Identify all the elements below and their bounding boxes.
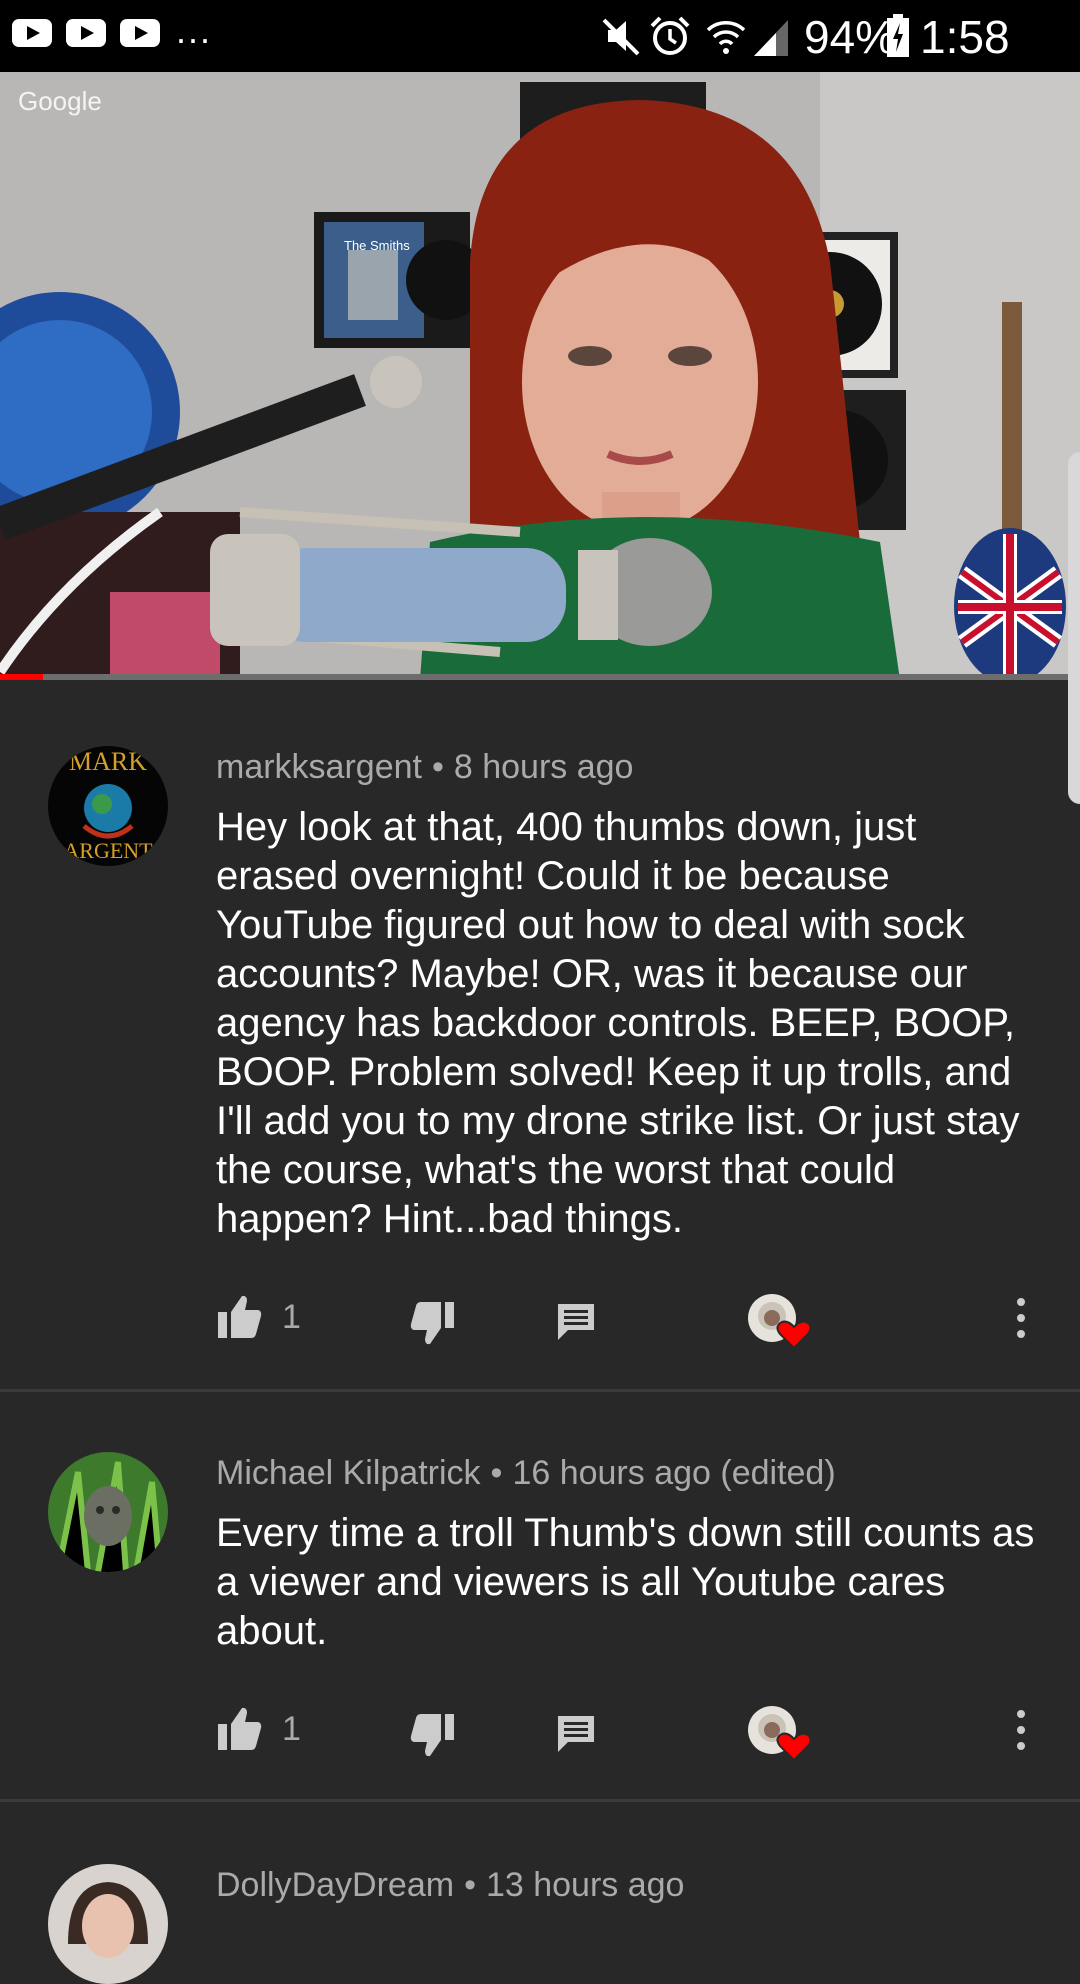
avatar[interactable]: MARK ARGENT <box>48 746 168 866</box>
avatar[interactable] <box>48 1452 168 1572</box>
more-vert-icon[interactable] <box>1014 1708 1028 1752</box>
avatar-text-top: MARK <box>69 747 147 776</box>
thumbs-up-icon[interactable] <box>216 1292 264 1340</box>
meta-separator: • <box>431 748 444 786</box>
comment-actions: 1 <box>0 1292 1080 1352</box>
avatar-image <box>48 1864 168 1984</box>
video-player[interactable]: The Smiths Google <box>0 72 1080 680</box>
battery-percent: 94% <box>804 11 897 63</box>
thumbs-up-icon[interactable] <box>216 1704 264 1752</box>
comment-text: Hey look at that, 400 thumbs down, just … <box>216 805 1020 1241</box>
comment-author[interactable]: DollyDayDream <box>216 1866 454 1904</box>
more-notifications: ... <box>176 10 213 51</box>
comment-text: Every time a troll Thumb's down still co… <box>216 1511 1035 1653</box>
wifi-icon <box>706 21 746 54</box>
comment-author[interactable]: markksargent <box>216 748 422 786</box>
signal-icon <box>754 20 788 56</box>
comment-author[interactable]: Michael Kilpatrick <box>216 1454 481 1492</box>
meta-separator: • <box>464 1866 476 1904</box>
comment-meta: DollyDayDream • 13 hours ago <box>216 1866 684 1905</box>
comment-time: 8 hours ago <box>453 748 634 786</box>
thumbs-down-icon[interactable] <box>408 1300 456 1348</box>
avatar-image <box>48 1452 168 1572</box>
thumbs-down-icon[interactable] <box>408 1712 456 1760</box>
reply-icon[interactable] <box>554 1300 598 1344</box>
creator-heart-icon <box>748 1294 812 1350</box>
avatar[interactable] <box>48 1864 168 1984</box>
comment: Michael Kilpatrick • 16 hours ago (edited)… <box>0 1386 1080 1802</box>
status-bar: ... 94% 1:58 pm <box>0 0 1080 117</box>
comment: MARK ARGENT markksargent • 8 hours ago Hey… <box>0 680 1080 1392</box>
comment-actions: 1 <box>0 1704 1080 1764</box>
like-count: 1 <box>282 1298 301 1336</box>
comment-meta: Michael Kilpatrick • 16 hours ago (edited) <box>216 1454 836 1493</box>
comment-time: 13 hours ago <box>485 1866 685 1904</box>
youtube-notification-icon <box>12 19 52 47</box>
mute-icon <box>602 18 640 56</box>
album-label: The Smiths <box>344 238 410 253</box>
video-watermark: Google <box>18 86 102 116</box>
youtube-notification-icon <box>120 19 160 47</box>
avatar-text-bottom: ARGENT <box>63 838 153 863</box>
meta-separator: • <box>490 1454 503 1492</box>
more-vert-icon[interactable] <box>1014 1296 1028 1340</box>
alarm-icon <box>650 16 690 55</box>
like-count: 1 <box>282 1710 301 1748</box>
video-frame: The Smiths <box>0 72 1080 680</box>
creator-heart-icon <box>748 1706 812 1762</box>
comment-time: 16 hours ago (edited) <box>512 1454 836 1492</box>
comment: DollyDayDream • 13 hours ago <box>0 1798 1080 1984</box>
youtube-notification-icon <box>66 19 106 47</box>
comment-meta: markksargent • 8 hours ago <box>216 748 633 787</box>
reply-icon[interactable] <box>554 1712 598 1756</box>
avatar-image: MARK ARGENT <box>48 746 168 866</box>
battery-charging-icon <box>887 14 909 57</box>
